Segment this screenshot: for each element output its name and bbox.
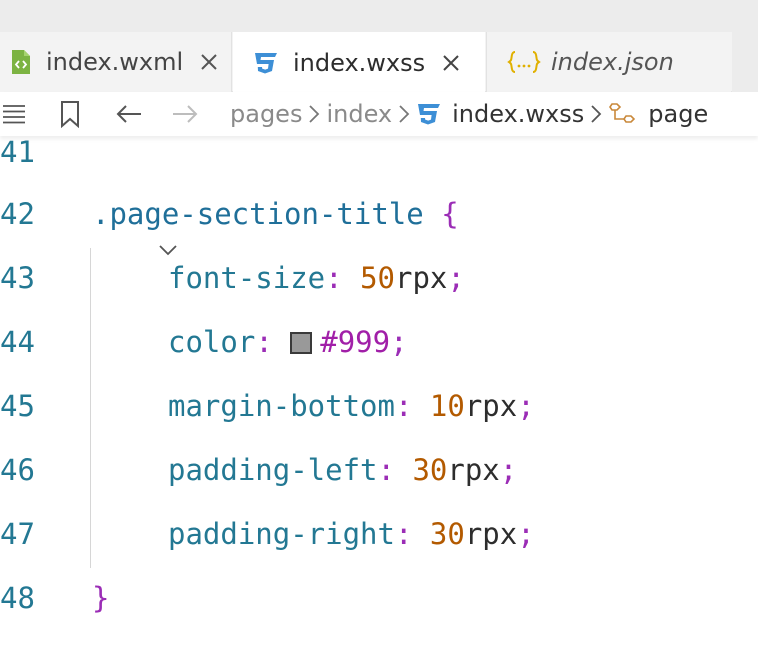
line-number: 43 [0,261,35,295]
colon: : [325,261,343,295]
symbol-class-icon [608,101,638,127]
bookmark-icon[interactable] [56,92,84,136]
number-value: 30 [429,517,465,551]
css-property: margin-bottom [168,389,395,423]
code-line-45[interactable]: 45 margin-bottom: 10rpx; [0,374,758,438]
back-arrow-icon[interactable] [114,92,144,136]
line-number: 45 [0,389,35,423]
window-top-strip [0,0,758,32]
semicolon: ; [390,325,408,359]
code-editor[interactable]: 41 42 .page-section-title { 43 font-size… [0,135,758,648]
line-number: 47 [0,517,35,551]
code-line-46[interactable]: 46 padding-left: 30rpx; [0,438,758,502]
chevron-right-icon [590,104,602,124]
css3-file-icon [416,102,442,126]
code-text: } [92,581,109,615]
tab-index-json[interactable]: index.json [486,32,731,92]
forward-arrow-icon[interactable] [170,92,200,136]
number-value: 50 [360,261,395,295]
color-swatch[interactable] [290,332,313,354]
semicolon: ; [517,389,535,423]
breadcrumb-item-symbol[interactable]: page [648,100,708,128]
colon: : [394,389,413,423]
close-icon[interactable] [439,51,463,75]
css-property: color [168,325,256,359]
tab-label: index.wxss [293,48,426,77]
code-text: padding-left: 30rpx; [168,453,517,487]
editor-tab-bar: index.wxml index.wxss index.json [0,32,758,93]
line-number: 46 [0,453,35,487]
code-text: font-size: 50rpx; [168,261,465,295]
tab-bar-empty-area [732,32,758,92]
menu-icon[interactable] [0,92,28,136]
css3-file-icon [253,51,279,75]
breadcrumb-item-pages[interactable]: pages [230,100,302,128]
unit: rpx [464,517,518,551]
semicolon: ; [447,261,465,295]
line-number: 48 [0,581,35,615]
css-selector: .page-section-title [92,197,424,231]
css-property: padding-left [168,453,378,487]
chevron-right-icon [398,104,410,124]
breadcrumb: pages index index.wxss page [0,92,758,136]
unit: rpx [447,453,500,487]
line-number: 42 [0,197,35,231]
colon: : [394,517,413,551]
breadcrumb-item-index[interactable]: index [326,100,392,128]
code-text: margin-bottom: 10rpx; [168,389,535,423]
json-braces-icon [507,50,541,74]
close-brace: } [92,581,110,615]
line-number: 44 [0,325,35,359]
css-property: padding-right [168,517,395,551]
code-text: color: #999; [168,325,408,359]
code-line-47[interactable]: 47 padding-right: 30rpx; [0,502,758,566]
chevron-down-icon[interactable] [52,198,177,256]
breadcrumb-item-file[interactable]: index.wxss [452,100,584,128]
tab-index-wxml[interactable]: index.wxml [0,32,232,92]
unit: rpx [464,389,518,423]
unit: rpx [395,261,448,295]
code-line-44[interactable]: 44 color: #999; [0,310,758,374]
number-value: 10 [429,389,465,423]
tab-label: index.wxml [46,48,184,76]
semicolon: ; [517,517,535,551]
colon: : [255,325,273,359]
semicolon: ; [499,453,518,487]
wxml-file-icon [10,49,32,75]
code-line-48[interactable]: 48 } [0,566,758,630]
code-line-42[interactable]: 42 .page-section-title { [0,182,758,256]
chevron-right-icon [308,104,320,124]
colon: : [377,453,395,487]
css-property: font-size [168,261,326,295]
open-brace: { [441,197,459,231]
code-line-43[interactable]: 43 font-size: 50rpx; [0,246,758,310]
code-text: .page-section-title { [92,197,459,231]
hex-color-value: #999 [320,325,391,359]
number-value: 30 [412,453,448,487]
code-text: padding-right: 30rpx; [168,517,535,551]
close-icon[interactable] [197,50,221,74]
tab-index-wxss[interactable]: index.wxss [233,32,485,93]
line-number: 41 [0,135,35,169]
tab-label: index.json [551,48,674,76]
